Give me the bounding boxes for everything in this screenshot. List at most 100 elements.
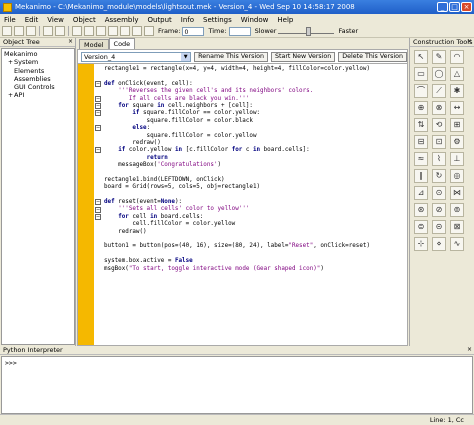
construction-tool-icon[interactable]: ⊕: [414, 101, 428, 115]
speed-slider[interactable]: [278, 26, 335, 36]
construction-tool-icon[interactable]: ⊠: [450, 220, 464, 234]
menu-file[interactable]: File: [4, 16, 16, 24]
open-icon[interactable]: [14, 26, 24, 36]
construction-tool-icon[interactable]: ⋈: [450, 186, 464, 200]
construction-tool-icon[interactable]: ⊹: [414, 237, 428, 251]
construction-tool-icon[interactable]: ⊙: [432, 186, 446, 200]
minimize-button[interactable]: _: [437, 2, 448, 12]
version-select[interactable]: Version_4 ▼: [81, 51, 192, 62]
rename-version-button[interactable]: Rename This Version: [194, 51, 268, 62]
stop-icon[interactable]: [120, 26, 130, 36]
python-interpreter-title: Python Interpreter: [3, 346, 63, 354]
construction-tool-icon[interactable]: ⚙: [450, 135, 464, 149]
construction-tool-icon[interactable]: ⟲: [432, 118, 446, 132]
construction-tool-icon[interactable]: ⊗: [432, 101, 446, 115]
tree-item-elements[interactable]: Elements: [4, 67, 72, 75]
code-editor[interactable]: − − − − − − − − − rectangle1 = rectangle(x=4, y=…: [77, 63, 408, 346]
construction-tool-icon[interactable]: ⌒: [414, 84, 428, 98]
close-button[interactable]: ×: [461, 2, 472, 12]
construction-tool-icon[interactable]: ⊡: [432, 135, 446, 149]
play-icon[interactable]: [96, 26, 106, 36]
menu-object[interactable]: Object: [73, 16, 96, 24]
construction-tool-icon[interactable]: ⊘: [432, 203, 446, 217]
maximize-button[interactable]: □: [449, 2, 460, 12]
fold-toggle-icon[interactable]: −: [95, 80, 101, 87]
menu-window[interactable]: Window: [241, 16, 269, 24]
menu-info[interactable]: Info: [181, 16, 194, 24]
code-line: def onClick(event, cell):: [104, 80, 193, 87]
tree-item-gui-controls[interactable]: GUI Controls: [4, 83, 72, 91]
menu-output[interactable]: Output: [147, 16, 171, 24]
rewind-icon[interactable]: [72, 26, 82, 36]
object-tree-panel: Object Tree × Mekanimo +System Elements …: [0, 38, 76, 346]
close-icon[interactable]: ×: [68, 38, 73, 45]
redo-icon[interactable]: [55, 26, 65, 36]
construction-tool-icon[interactable]: ⊝: [432, 220, 446, 234]
frame-input[interactable]: 0: [182, 26, 205, 36]
window-title: Mekanimo - C:\Mekanimo_module\models\lig…: [15, 3, 355, 11]
construction-tool-icon[interactable]: ↖: [414, 50, 428, 64]
menu-edit[interactable]: Edit: [25, 16, 39, 24]
menu-settings[interactable]: Settings: [203, 16, 232, 24]
construction-tool-icon[interactable]: ◎: [450, 169, 464, 183]
menu-assembly[interactable]: Assembly: [105, 16, 139, 24]
fold-toggle-icon[interactable]: −: [95, 147, 101, 154]
code-line: msgBox("To start, toggle interactive mod…: [104, 265, 324, 272]
construction-tool-icon[interactable]: ▭: [414, 67, 428, 81]
fold-toggle-icon[interactable]: −: [95, 206, 101, 213]
construction-tool-icon[interactable]: ⊚: [450, 203, 464, 217]
construction-tool-icon[interactable]: ∿: [450, 237, 464, 251]
construction-tool-icon[interactable]: ⊜: [414, 220, 428, 234]
new-icon[interactable]: [2, 26, 12, 36]
construction-tool-icon[interactable]: ⊥: [450, 152, 464, 166]
editor-panel: Model Code Version_4 ▼ Rename This Versio…: [77, 38, 408, 346]
step-forward-icon[interactable]: [108, 26, 118, 36]
fold-margin: − − − − − − − − −: [94, 64, 104, 345]
close-icon[interactable]: ×: [467, 346, 472, 353]
tab-code[interactable]: Code: [108, 38, 136, 49]
tree-item-api[interactable]: +API: [4, 91, 72, 100]
close-icon[interactable]: ×: [467, 38, 472, 45]
fold-toggle-icon[interactable]: −: [95, 110, 101, 117]
menu-help[interactable]: Help: [277, 16, 293, 24]
fold-toggle-icon[interactable]: −: [95, 125, 101, 132]
construction-tool-icon[interactable]: ◠: [450, 50, 464, 64]
time-input[interactable]: [228, 26, 251, 36]
fold-toggle-icon[interactable]: −: [95, 103, 101, 109]
construction-tool-icon[interactable]: ✱: [450, 84, 464, 98]
construction-tool-icon[interactable]: ◯: [432, 67, 446, 81]
construction-tool-icon[interactable]: ≈: [414, 152, 428, 166]
fold-toggle-icon[interactable]: −: [95, 214, 101, 220]
tree-item-assemblies[interactable]: Assemblies: [4, 75, 72, 83]
construction-tool-icon[interactable]: ↔: [450, 101, 464, 115]
construction-tool-icon[interactable]: ⊟: [414, 135, 428, 149]
construction-tool-icon[interactable]: ⋄: [432, 237, 446, 251]
construction-tool-icon[interactable]: ⌇: [432, 152, 446, 166]
construction-tool-icon[interactable]: ⊿: [414, 186, 428, 200]
construction-tool-icon[interactable]: ⊛: [414, 203, 428, 217]
gear-icon[interactable]: [144, 26, 154, 36]
delete-version-button[interactable]: Delete This Version: [338, 51, 407, 62]
code-text[interactable]: rectangle1 = rectangle(x=4, y=4, width=4…: [104, 66, 407, 273]
start-new-version-button[interactable]: Start New Version: [271, 51, 336, 62]
construction-tool-icon[interactable]: ∥: [414, 169, 428, 183]
python-console[interactable]: >>>: [1, 356, 473, 414]
tab-model[interactable]: Model: [79, 39, 109, 49]
fold-toggle-icon[interactable]: −: [95, 199, 101, 206]
tree-root[interactable]: Mekanimo: [4, 50, 72, 58]
record-icon[interactable]: [132, 26, 142, 36]
construction-tool-icon[interactable]: ✎: [432, 50, 446, 64]
menu-bar: File Edit View Object Assembly Output In…: [0, 14, 474, 25]
save-icon[interactable]: [26, 26, 36, 36]
construction-tool-icon[interactable]: △: [450, 67, 464, 81]
tree-item-system[interactable]: +System: [4, 58, 72, 67]
menu-view[interactable]: View: [47, 16, 64, 24]
code-line: rectangle1.bind(LEFTDOWN, onClick): [104, 176, 225, 183]
construction-tool-icon[interactable]: ↻: [432, 169, 446, 183]
undo-icon[interactable]: [43, 26, 53, 36]
construction-tool-icon[interactable]: ⊞: [450, 118, 464, 132]
construction-tool-icon[interactable]: ⟋: [432, 84, 446, 98]
fold-toggle-icon[interactable]: −: [95, 95, 101, 102]
construction-tool-icon[interactable]: ⇅: [414, 118, 428, 132]
step-back-icon[interactable]: [84, 26, 94, 36]
